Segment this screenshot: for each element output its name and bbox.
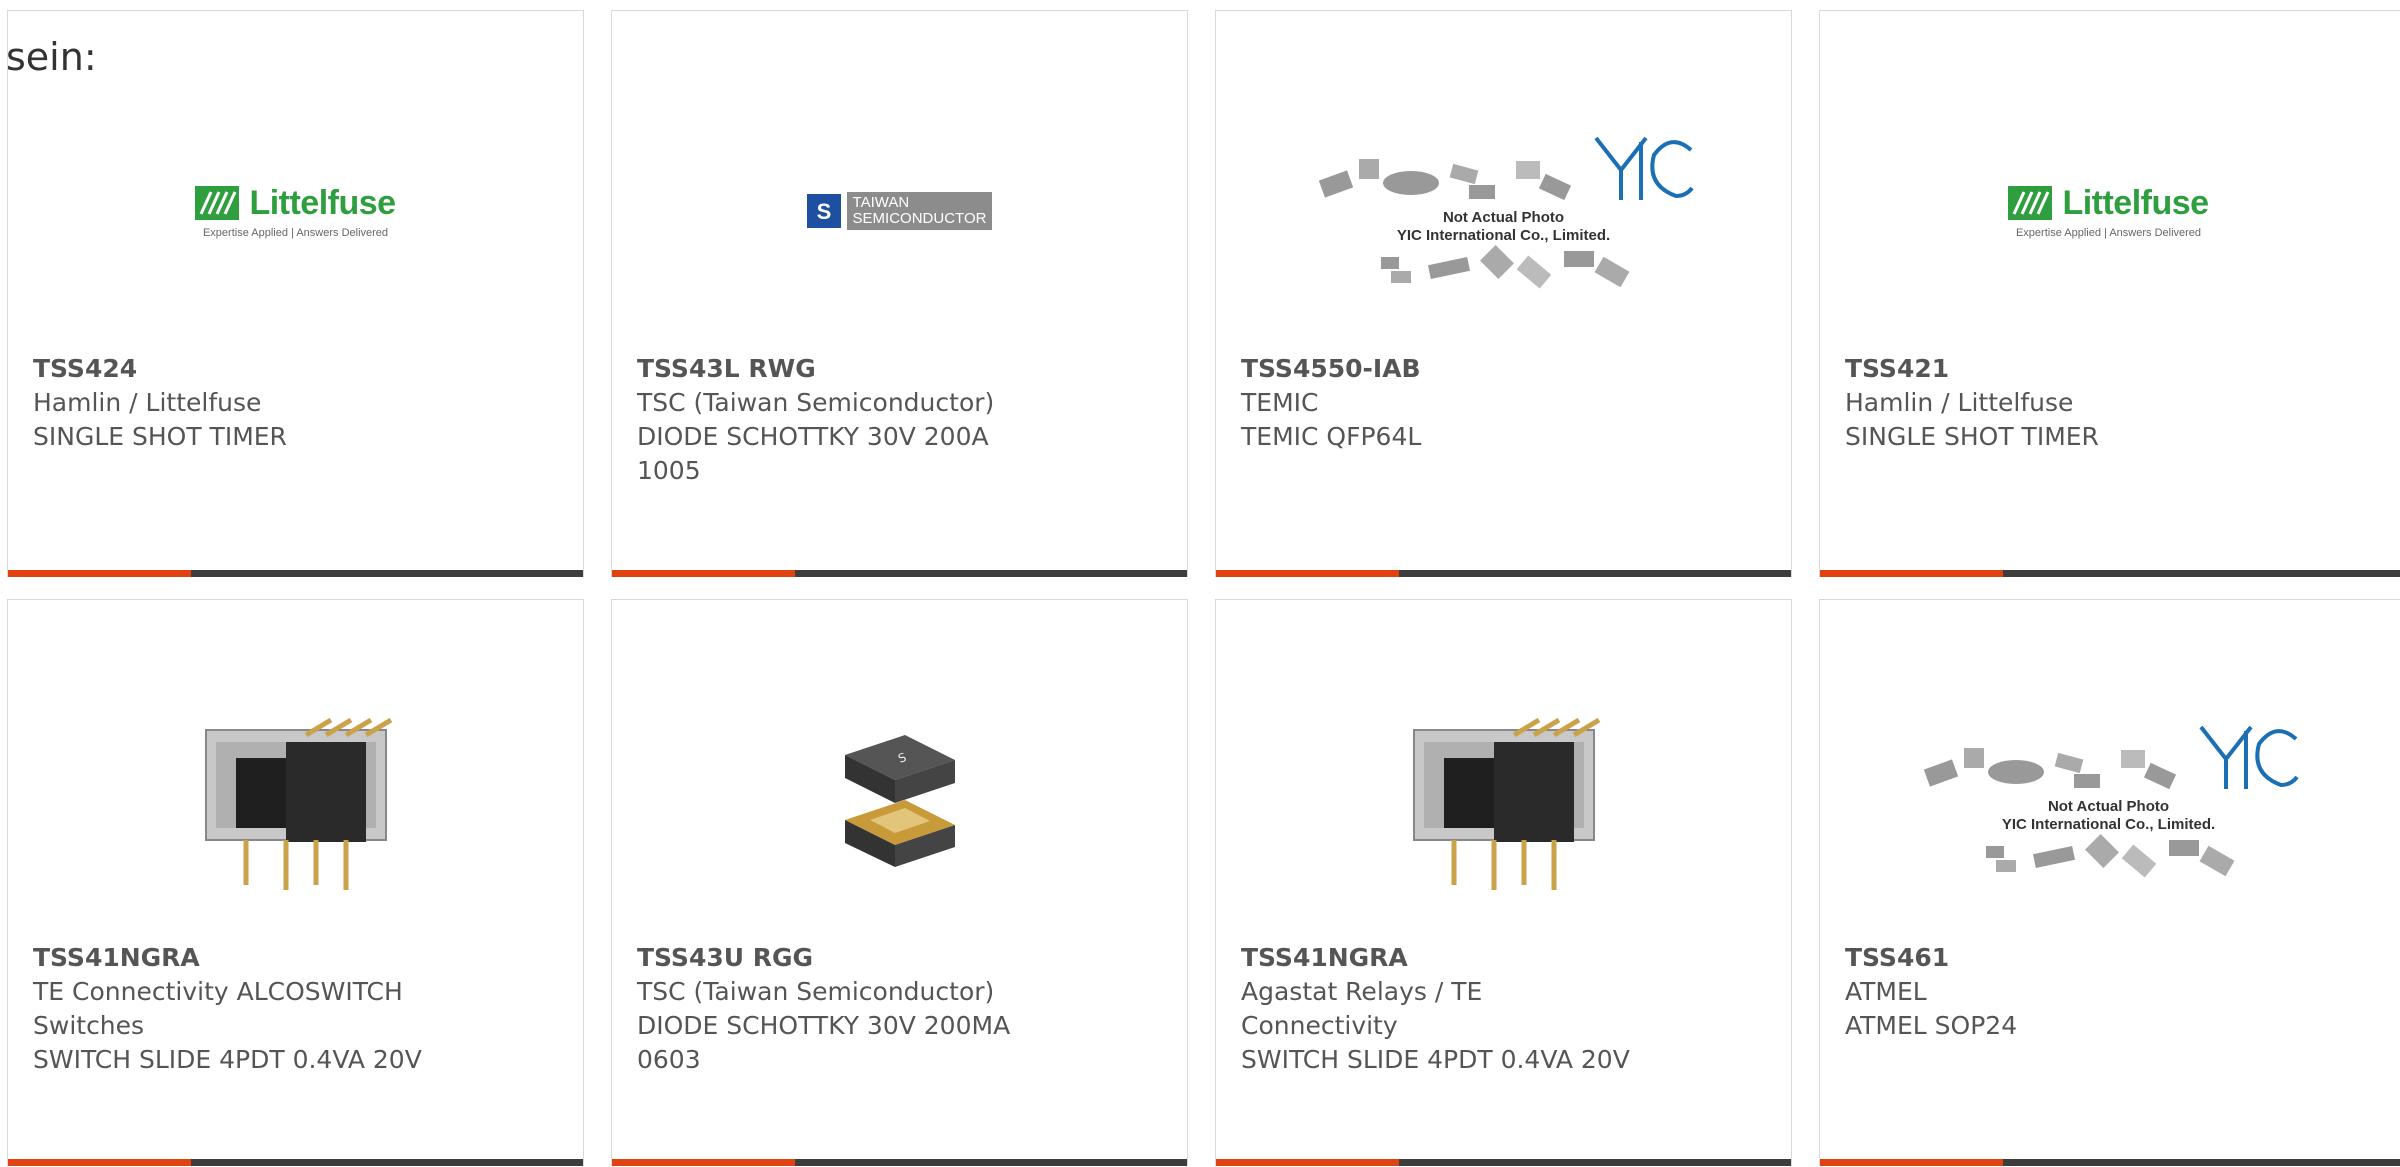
part-number-link[interactable]: TSS424 [33, 352, 563, 386]
chip-packages-icon [1380, 244, 1629, 289]
product-image[interactable]: Littelfuse Expertise Applied | Answers D… [1820, 71, 2397, 351]
description: DIODE SCHOTTKY 30V 200A 1005 [637, 422, 989, 485]
product-card[interactable]: S TAIWAN SEMICONDUCTOR TSS43L RWG TSC (Ta… [611, 10, 1188, 577]
product-image[interactable]: S TAIWAN SEMICONDUCTOR [612, 71, 1187, 351]
description: SWITCH SLIDE 4PDT 0.4VA 20V [1241, 1045, 1630, 1074]
yic-logo [2199, 725, 2299, 789]
manufacturer: Agastat Relays / TE Connectivity [1241, 977, 1483, 1040]
card-bottom-bar [8, 570, 583, 577]
card-bottom-bar [612, 1159, 1187, 1166]
slide-switch-image [204, 717, 392, 890]
part-number-link[interactable]: TSS421 [1845, 352, 2380, 386]
product-image[interactable]: Not Actual Photo YIC International Co., … [1820, 660, 2397, 940]
lead-text: sein: [6, 35, 97, 79]
description: SINGLE SHOT TIMER [33, 422, 287, 451]
svg-text:S: S [816, 199, 831, 224]
product-image[interactable]: Littelfuse Expertise Applied | Answers D… [8, 71, 583, 351]
card-bottom-bar [1820, 570, 2400, 577]
description: TEMIC QFP64L [1241, 422, 1422, 451]
card-bottom-bar [1216, 570, 1791, 577]
card-bottom-bar [1820, 1159, 2400, 1166]
product-card[interactable]: Littelfuse Expertise Applied | Answers D… [7, 10, 584, 577]
product-card[interactable]: Littelfuse Expertise Applied | Answers D… [1819, 10, 2400, 577]
yic-logo [1594, 136, 1694, 200]
card-bottom-bar [8, 1159, 583, 1166]
product-image[interactable] [1216, 660, 1791, 940]
manufacturer: ATMEL [1845, 977, 1927, 1006]
description: SWITCH SLIDE 4PDT 0.4VA 20V [33, 1045, 422, 1074]
product-image[interactable]: S [612, 660, 1187, 940]
yic-placeholder-image: Not Actual Photo YIC International Co., … [1311, 130, 1696, 293]
product-image[interactable]: Not Actual Photo YIC International Co., … [1216, 71, 1791, 351]
manufacturer: TE Connectivity ALCOSWITCH Switches [33, 977, 403, 1040]
part-number-link[interactable]: TSS461 [1845, 941, 2380, 975]
product-image[interactable] [8, 660, 583, 940]
product-card[interactable]: S TSS43U RGG TSC (Taiwan Semiconductor) … [611, 599, 1188, 1166]
manufacturer: TSC (Taiwan Semiconductor) [637, 977, 995, 1006]
manufacturer: TSC (Taiwan Semiconductor) [637, 388, 995, 417]
part-number-link[interactable]: TSS41NGRA [33, 941, 563, 975]
slide-switch-image [1412, 717, 1600, 890]
product-card[interactable]: Not Actual Photo YIC International Co., … [1215, 10, 1792, 577]
littelfuse-logo: Littelfuse Expertise Applied | Answers D… [2008, 184, 2209, 239]
description: DIODE SCHOTTKY 30V 200MA 0603 [637, 1011, 1011, 1074]
chip-packages-icon [1923, 747, 2177, 789]
card-bottom-bar [1216, 1159, 1791, 1166]
smd-diode-image: S [844, 735, 955, 867]
card-bottom-bar [612, 570, 1187, 577]
yic-placeholder-image: Not Actual Photo YIC International Co., … [1916, 719, 2301, 882]
product-card[interactable]: TSS41NGRA Agastat Relays / TE Connectivi… [1215, 599, 1792, 1166]
chip-packages-icon [1318, 158, 1572, 200]
description: ATMEL SOP24 [1845, 1011, 2018, 1040]
product-card[interactable]: Not Actual Photo YIC International Co., … [1819, 599, 2400, 1166]
manufacturer: Hamlin / Littelfuse [1845, 388, 2074, 417]
tsc-logo: S TAIWAN SEMICONDUCTOR [806, 192, 993, 230]
chip-packages-icon [1985, 833, 2234, 878]
part-number-link[interactable]: TSS41NGRA [1241, 941, 1771, 975]
part-number-link[interactable]: TSS4550-IAB [1241, 352, 1771, 386]
part-number-link[interactable]: TSS43L RWG [637, 352, 1167, 386]
manufacturer: Hamlin / Littelfuse [33, 388, 262, 417]
description: SINGLE SHOT TIMER [1845, 422, 2099, 451]
product-grid: Littelfuse Expertise Applied | Answers D… [0, 0, 2400, 1167]
littelfuse-logo: Littelfuse Expertise Applied | Answers D… [195, 184, 396, 239]
part-number-link[interactable]: TSS43U RGG [637, 941, 1167, 975]
product-card[interactable]: TSS41NGRA TE Connectivity ALCOSWITCH Swi… [7, 599, 584, 1166]
manufacturer: TEMIC [1241, 388, 1319, 417]
